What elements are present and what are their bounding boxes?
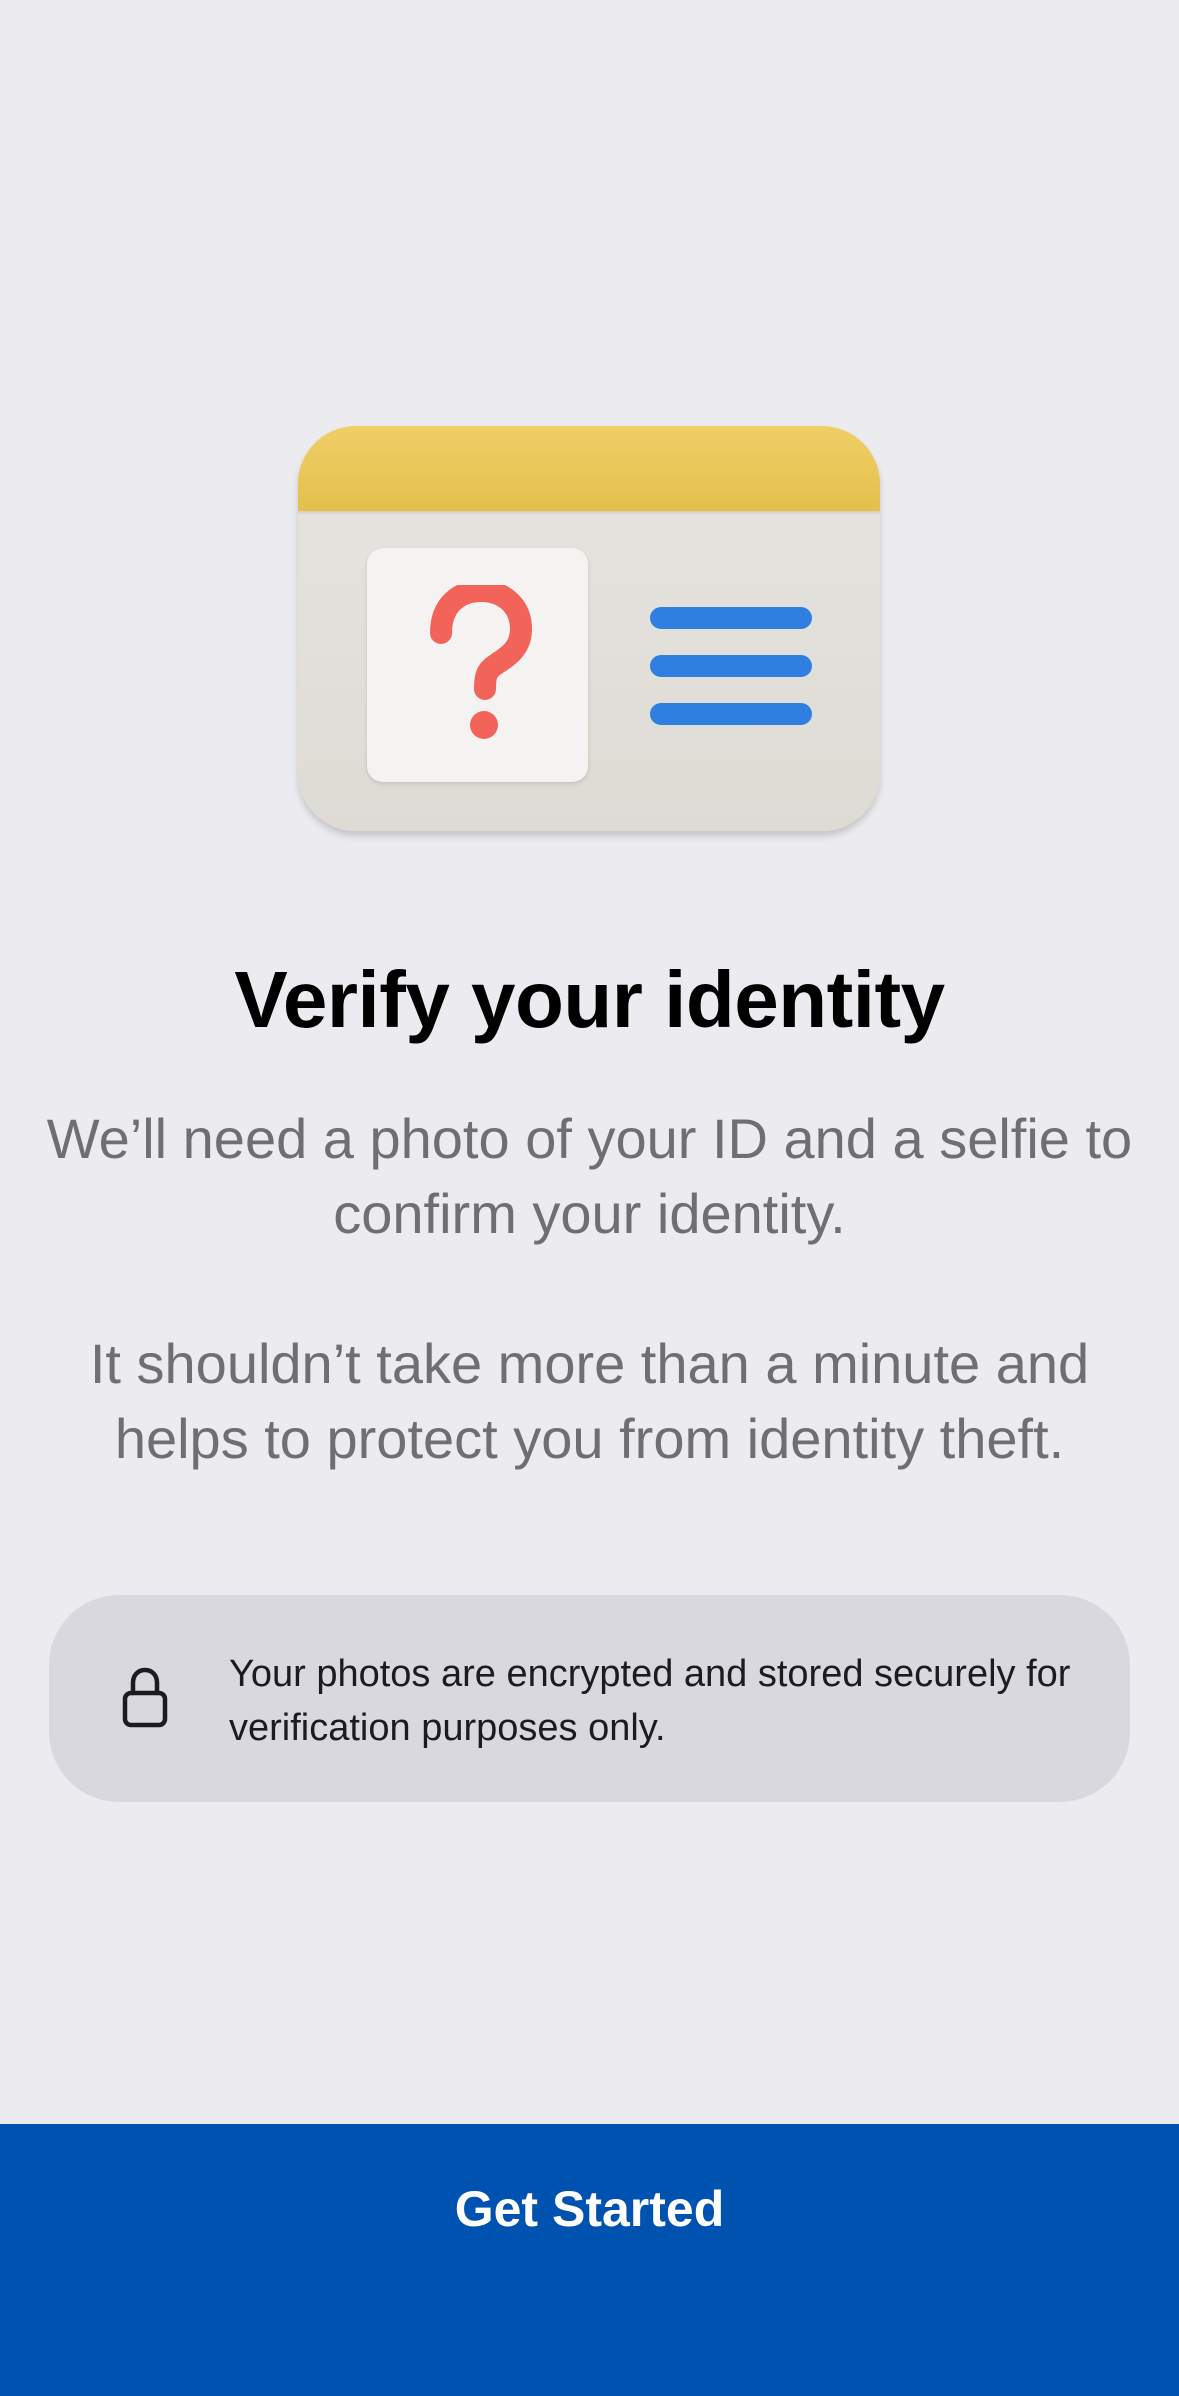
id-line <box>650 655 812 677</box>
get-started-label: Get Started <box>454 2181 725 2237</box>
question-mark-icon <box>429 585 532 739</box>
id-card-illustration <box>298 426 880 836</box>
page-title: Verify your identity <box>234 955 945 1044</box>
security-notice: Your photos are encrypted and stored sec… <box>49 1595 1130 1802</box>
id-photo-placeholder <box>367 548 588 782</box>
id-line <box>650 703 812 725</box>
security-notice-text: Your photos are encrypted and stored sec… <box>229 1653 1071 1749</box>
id-card-header-band <box>298 426 880 511</box>
id-text-lines <box>650 607 812 751</box>
lock-icon <box>122 1667 168 1728</box>
get-started-button[interactable]: Get Started <box>0 2124 1179 2396</box>
description-paragraph-1: We’ll need a photo of your ID and a self… <box>46 1107 1133 1245</box>
description-paragraph-2: It shouldn’t take more than a minute and… <box>89 1332 1090 1470</box>
id-line <box>650 607 812 629</box>
id-card <box>298 426 880 831</box>
